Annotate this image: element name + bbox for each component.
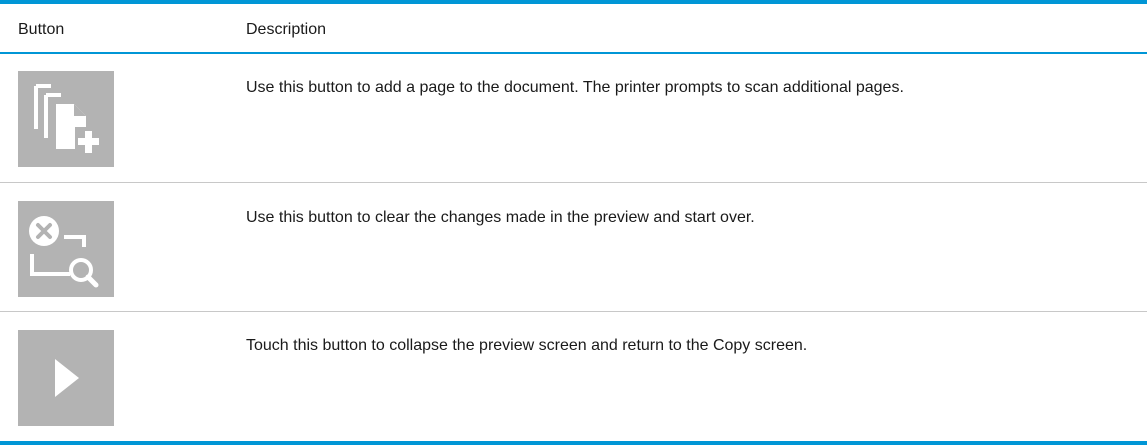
header-description: Description	[246, 21, 327, 38]
button-description-table: Button Description Use this button to ad…	[0, 0, 1147, 446]
add-page-icon	[18, 71, 114, 167]
row-3-description: Touch this button to collapse the previe…	[246, 337, 808, 354]
collapse-preview-icon	[18, 330, 114, 426]
row-1-description: Use this button to add a page to the doc…	[246, 79, 904, 96]
row-2-description: Use this button to clear the changes mad…	[246, 209, 755, 226]
row-divider	[0, 182, 1147, 183]
row-divider	[0, 311, 1147, 312]
clear-preview-icon-glyph	[29, 216, 99, 288]
clear-preview-icon	[18, 201, 114, 297]
play-arrow-icon	[55, 359, 79, 397]
add-page-icon-glyph	[34, 84, 103, 155]
table-top-rule	[0, 0, 1147, 4]
header-button: Button	[18, 21, 65, 38]
table-bottom-rule	[0, 441, 1147, 445]
header-rule	[0, 52, 1147, 54]
